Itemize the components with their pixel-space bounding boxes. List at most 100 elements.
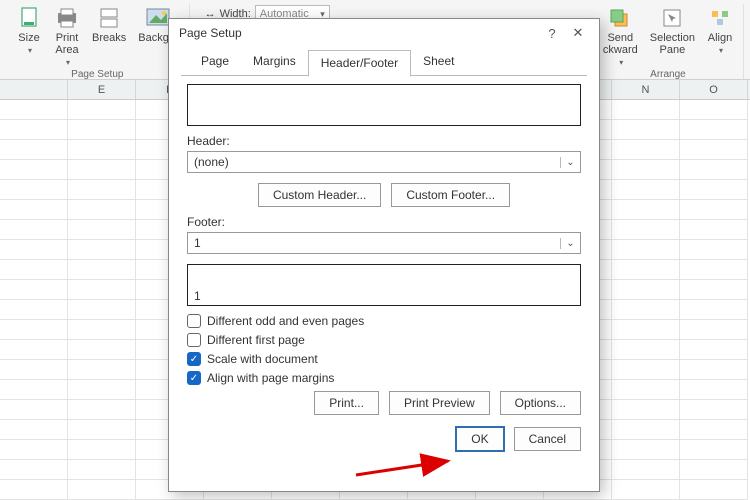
cell[interactable] bbox=[612, 300, 680, 320]
cell[interactable] bbox=[612, 240, 680, 260]
checkbox-row[interactable]: ✓Scale with document bbox=[187, 352, 581, 366]
cell[interactable] bbox=[68, 320, 136, 340]
size-button[interactable]: Size▾ bbox=[12, 4, 46, 57]
cell[interactable] bbox=[0, 300, 68, 320]
cell[interactable] bbox=[680, 200, 748, 220]
cell[interactable] bbox=[680, 260, 748, 280]
breaks-button[interactable]: Breaks bbox=[88, 4, 130, 46]
cell[interactable] bbox=[680, 100, 748, 120]
checkbox[interactable] bbox=[187, 314, 201, 328]
cell[interactable] bbox=[680, 300, 748, 320]
cell[interactable] bbox=[680, 380, 748, 400]
cell[interactable] bbox=[68, 300, 136, 320]
cell[interactable] bbox=[680, 120, 748, 140]
cell[interactable] bbox=[612, 180, 680, 200]
ok-button[interactable]: OK bbox=[456, 427, 503, 451]
cell[interactable] bbox=[0, 100, 68, 120]
checkbox[interactable] bbox=[187, 333, 201, 347]
checkbox-row[interactable]: ✓Align with page margins bbox=[187, 371, 581, 385]
cell[interactable] bbox=[680, 280, 748, 300]
options-button[interactable]: Options... bbox=[500, 391, 581, 415]
selection-pane-button[interactable]: Selection Pane bbox=[646, 4, 699, 58]
cell[interactable] bbox=[68, 480, 136, 500]
cell[interactable] bbox=[68, 380, 136, 400]
column-header[interactable] bbox=[0, 80, 68, 99]
cell[interactable] bbox=[68, 440, 136, 460]
cell[interactable] bbox=[0, 120, 68, 140]
cell[interactable] bbox=[0, 180, 68, 200]
cell[interactable] bbox=[0, 260, 68, 280]
cell[interactable] bbox=[612, 320, 680, 340]
footer-combo[interactable]: 1 ⌄ bbox=[187, 232, 581, 254]
cell[interactable] bbox=[612, 200, 680, 220]
cell[interactable] bbox=[0, 440, 68, 460]
tab-page[interactable]: Page bbox=[189, 49, 241, 76]
send-backward-button[interactable]: Send ckward▾ bbox=[599, 4, 642, 69]
checkbox[interactable]: ✓ bbox=[187, 352, 201, 366]
cell[interactable] bbox=[0, 360, 68, 380]
cancel-button[interactable]: Cancel bbox=[514, 427, 581, 451]
cell[interactable] bbox=[612, 340, 680, 360]
cell[interactable] bbox=[680, 320, 748, 340]
column-header[interactable]: N bbox=[612, 80, 680, 99]
cell[interactable] bbox=[68, 400, 136, 420]
cell[interactable] bbox=[612, 460, 680, 480]
tab-sheet[interactable]: Sheet bbox=[411, 49, 466, 76]
cell[interactable] bbox=[0, 240, 68, 260]
cell[interactable] bbox=[680, 160, 748, 180]
cell[interactable] bbox=[612, 140, 680, 160]
help-button[interactable]: ? bbox=[539, 26, 565, 41]
cell[interactable] bbox=[68, 340, 136, 360]
cell[interactable] bbox=[0, 400, 68, 420]
cell[interactable] bbox=[612, 440, 680, 460]
cell[interactable] bbox=[68, 140, 136, 160]
cell[interactable] bbox=[68, 160, 136, 180]
cell[interactable] bbox=[0, 200, 68, 220]
cell[interactable] bbox=[680, 240, 748, 260]
cell[interactable] bbox=[0, 340, 68, 360]
tab-header-footer[interactable]: Header/Footer bbox=[308, 50, 411, 77]
cell[interactable] bbox=[68, 120, 136, 140]
cell[interactable] bbox=[612, 420, 680, 440]
cell[interactable] bbox=[680, 140, 748, 160]
cell[interactable] bbox=[680, 400, 748, 420]
align-button[interactable]: Align▾ bbox=[703, 4, 737, 57]
cell[interactable] bbox=[612, 360, 680, 380]
checkbox[interactable]: ✓ bbox=[187, 371, 201, 385]
header-combo[interactable]: (none) ⌄ bbox=[187, 151, 581, 173]
cell[interactable] bbox=[0, 420, 68, 440]
cell[interactable] bbox=[612, 260, 680, 280]
cell[interactable] bbox=[612, 120, 680, 140]
cell[interactable] bbox=[0, 460, 68, 480]
cell[interactable] bbox=[68, 200, 136, 220]
cell[interactable] bbox=[612, 100, 680, 120]
cell[interactable] bbox=[68, 260, 136, 280]
cell[interactable] bbox=[612, 160, 680, 180]
custom-header-button[interactable]: Custom Header... bbox=[258, 183, 381, 207]
cell[interactable] bbox=[612, 480, 680, 500]
cell[interactable] bbox=[0, 480, 68, 500]
cell[interactable] bbox=[68, 100, 136, 120]
cell[interactable] bbox=[612, 400, 680, 420]
cell[interactable] bbox=[68, 420, 136, 440]
print-button[interactable]: Print... bbox=[314, 391, 379, 415]
cell[interactable] bbox=[680, 440, 748, 460]
cell[interactable] bbox=[680, 340, 748, 360]
cell[interactable] bbox=[68, 280, 136, 300]
print-area-button[interactable]: Print Area▾ bbox=[50, 4, 84, 69]
column-header[interactable]: E bbox=[68, 80, 136, 99]
cell[interactable] bbox=[0, 220, 68, 240]
cell[interactable] bbox=[68, 360, 136, 380]
column-header[interactable]: O bbox=[680, 80, 748, 99]
cell[interactable] bbox=[68, 180, 136, 200]
cell[interactable] bbox=[612, 280, 680, 300]
cell[interactable] bbox=[68, 220, 136, 240]
cell[interactable] bbox=[680, 420, 748, 440]
cell[interactable] bbox=[68, 240, 136, 260]
cell[interactable] bbox=[0, 280, 68, 300]
cell[interactable] bbox=[612, 220, 680, 240]
cell[interactable] bbox=[0, 380, 68, 400]
cell[interactable] bbox=[680, 180, 748, 200]
chevron-down-icon[interactable]: ⌄ bbox=[560, 157, 580, 168]
cell[interactable] bbox=[680, 360, 748, 380]
